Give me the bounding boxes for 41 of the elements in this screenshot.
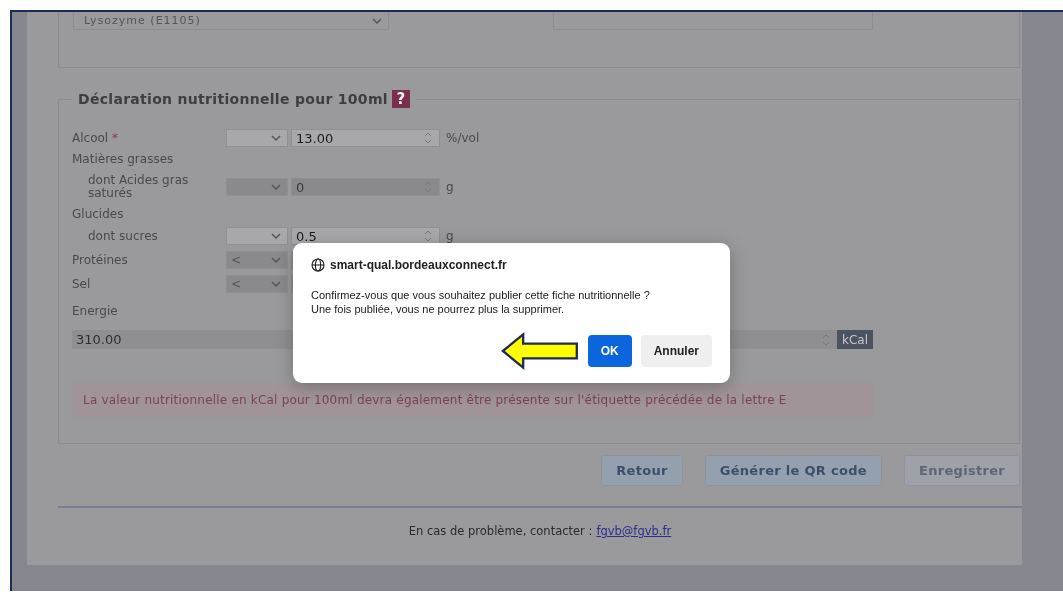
stepper-icon <box>423 230 433 242</box>
arrow-annotation-icon <box>501 331 579 371</box>
action-button[interactable]: Retour <box>601 455 683 486</box>
row-label: Protéines <box>72 253 129 267</box>
help-button[interactable]: ? <box>391 90 410 108</box>
number-field[interactable]: 0.5 <box>291 227 440 245</box>
section-title: Déclaration nutritionnelle pour 100ml <box>78 91 388 107</box>
unit-label: g <box>446 229 454 243</box>
chevron-down-icon <box>271 232 281 240</box>
chevron-down-icon <box>372 16 382 25</box>
dialog-origin: smart-qual.bordeauxconnect.fr <box>330 258 507 272</box>
row-label: Matières grasses <box>72 153 175 166</box>
dialog-message: Confirmez-vous que vous souhaitez publier cette fiche nutritionnelle ? Une fois publiée, vous ne pourrez plus la supprimer. <box>311 288 651 316</box>
dialog-button[interactable]: Annuler <box>640 335 712 367</box>
row-label: dont sucres <box>87 229 159 243</box>
input-field[interactable] <box>553 12 873 30</box>
info-notice: La valeur nutritionnelle en kCal pour 100ml devra également être présente sur l'étiquette précédée de la lettre E <box>72 383 873 417</box>
stepper-icon <box>423 132 433 144</box>
row-label: Energie <box>72 304 119 318</box>
email-link[interactable]: fgvb@fgvb.fr <box>596 524 672 538</box>
dialog-button[interactable]: OK <box>587 335 632 367</box>
chevron-down-icon <box>271 183 281 191</box>
row-label: dont Acides gras saturés <box>87 174 190 200</box>
globe-icon <box>311 258 325 272</box>
footer-text: En cas de problème, contacter : <box>408 524 593 538</box>
operator-select[interactable] <box>226 129 288 147</box>
row-label: Alcool * <box>72 131 119 145</box>
row-label: Sel <box>72 277 92 291</box>
unit-label: %/vol <box>446 131 480 145</box>
row-label: Glucides <box>72 208 125 221</box>
select-field[interactable]: Lysozyme (E1105) <box>73 12 389 30</box>
stepper-icon <box>821 333 831 346</box>
chevron-down-icon <box>271 256 281 264</box>
action-button[interactable]: Générer le QR code <box>704 455 882 486</box>
unit-label: g <box>446 180 454 194</box>
number-field[interactable]: 13.00 <box>291 129 440 147</box>
unit-addon: kCal <box>837 330 873 349</box>
chevron-down-icon <box>271 280 281 288</box>
chevron-down-icon <box>271 134 281 142</box>
select-value: Lysozyme (E1105) <box>84 14 201 27</box>
operator-select[interactable] <box>226 227 288 245</box>
